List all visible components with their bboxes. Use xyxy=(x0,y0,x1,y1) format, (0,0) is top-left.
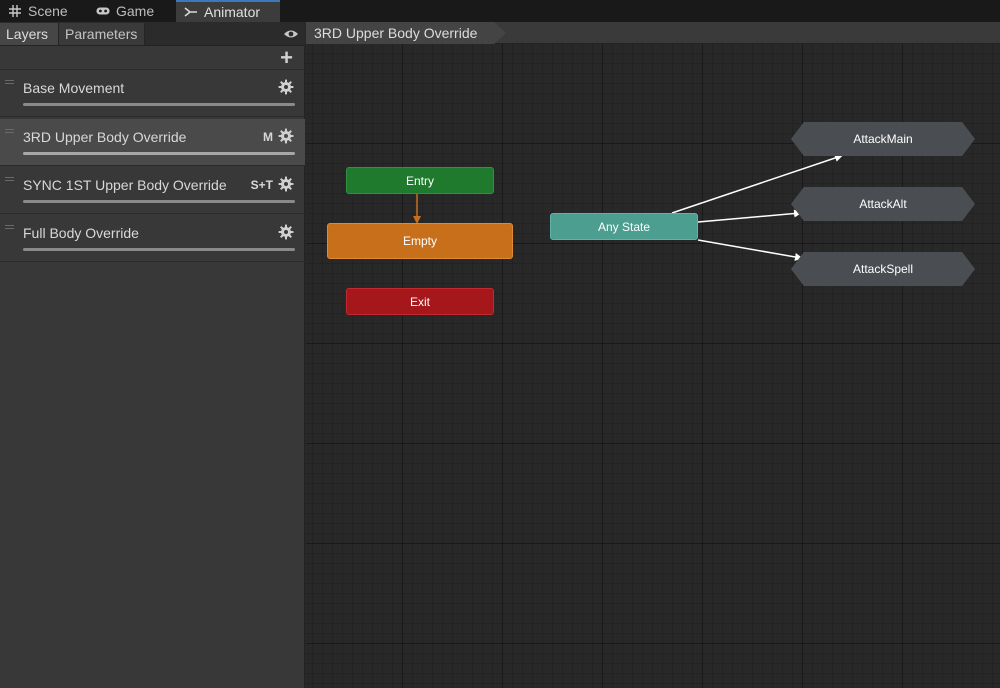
layer-name: SYNC 1ST Upper Body Override xyxy=(23,177,227,193)
layer-flag-badge: M xyxy=(263,130,273,144)
gear-icon[interactable] xyxy=(278,79,294,95)
drag-handle-icon[interactable] xyxy=(5,177,14,181)
add-layer-button[interactable]: + xyxy=(280,47,293,69)
unity-editor-window: Scene Game Animator Layers Parameters + xyxy=(0,0,1000,688)
gear-icon[interactable] xyxy=(278,128,294,144)
transition-attackalt[interactable] xyxy=(697,209,802,223)
sub-state-machine-node[interactable]: AttackAlt xyxy=(791,187,975,221)
tab-animator-label: Animator xyxy=(204,4,261,20)
gear-icon[interactable] xyxy=(278,224,294,240)
tab-game[interactable]: Game xyxy=(88,0,168,22)
tab-layers[interactable]: Layers xyxy=(0,23,59,45)
add-layer-row: + xyxy=(0,46,305,70)
animator-graph-canvas[interactable]: 3RD Upper Body Override Entry Empty Exit… xyxy=(306,22,1000,688)
drag-handle-icon[interactable] xyxy=(5,129,14,133)
layer-weight-slider[interactable] xyxy=(23,152,295,155)
layer-item[interactable]: Full Body Override xyxy=(0,215,305,262)
tab-animator[interactable]: Animator xyxy=(176,0,280,22)
grid-icon xyxy=(8,4,22,18)
tab-scene[interactable]: Scene xyxy=(0,0,84,22)
panel-subtabs: Layers Parameters xyxy=(0,22,305,46)
default-state-node[interactable]: Empty xyxy=(327,223,513,259)
any-state-node[interactable]: Any State xyxy=(550,213,698,240)
layer-item[interactable]: 3RD Upper Body Override M xyxy=(0,119,305,166)
layer-flag-badge: S+T xyxy=(250,178,273,192)
layer-weight-slider[interactable] xyxy=(23,103,295,106)
exit-node[interactable]: Exit xyxy=(346,288,494,315)
layer-weight-slider[interactable] xyxy=(23,200,295,203)
entry-node[interactable]: Entry xyxy=(346,167,494,194)
tab-parameters[interactable]: Parameters xyxy=(59,23,145,45)
drag-handle-icon[interactable] xyxy=(5,225,14,229)
layer-name: 3RD Upper Body Override xyxy=(23,129,187,145)
drag-handle-icon[interactable] xyxy=(5,80,14,84)
breadcrumb: 3RD Upper Body Override xyxy=(306,22,1000,44)
eye-icon[interactable] xyxy=(283,27,299,39)
layer-item[interactable]: Base Movement xyxy=(0,70,305,117)
layer-name: Base Movement xyxy=(23,80,125,96)
sub-state-machine-node[interactable]: AttackMain xyxy=(791,122,975,156)
sub-state-machine-node[interactable]: AttackSpell xyxy=(791,252,975,286)
breadcrumb-item[interactable]: 3RD Upper Body Override xyxy=(306,22,506,44)
transition-wires xyxy=(413,154,843,261)
transition-attackspell[interactable] xyxy=(697,239,803,261)
gear-icon[interactable] xyxy=(278,176,294,192)
gamepad-icon xyxy=(96,4,110,18)
animator-icon xyxy=(184,5,198,19)
layer-name: Full Body Override xyxy=(23,225,139,241)
layer-item[interactable]: SYNC 1ST Upper Body Override S+T xyxy=(0,167,305,214)
layers-panel: Layers Parameters + Base Movement 3RD Up… xyxy=(0,22,305,688)
tab-scene-label: Scene xyxy=(28,3,68,19)
layer-weight-slider[interactable] xyxy=(23,248,295,251)
editor-tab-bar: Scene Game Animator xyxy=(0,0,1000,22)
tab-game-label: Game xyxy=(116,3,155,19)
